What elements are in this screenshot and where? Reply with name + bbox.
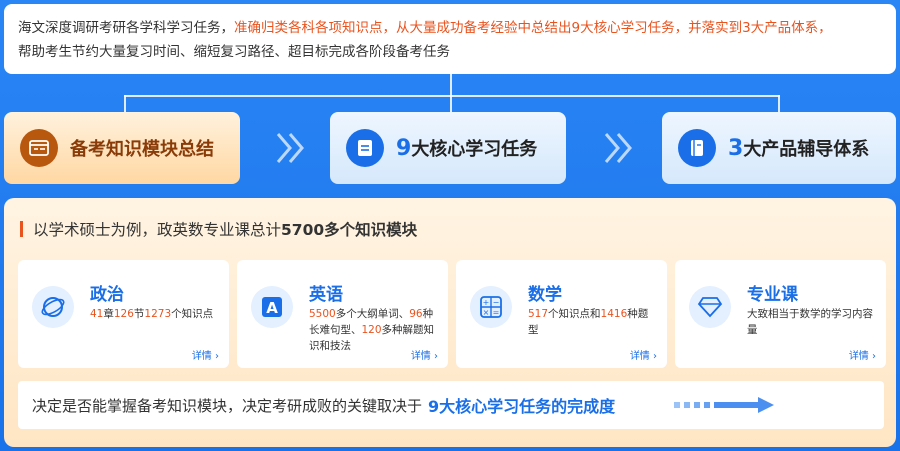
arrow-right-icon: [674, 397, 774, 413]
step-core-tasks[interactable]: 9大核心学习任务: [330, 112, 566, 184]
calculator-icon: + − × =: [470, 286, 512, 328]
subject-card-english[interactable]: A 英语 5500多个大纲单词、96种长难句型、120多种解题知识和技法 详情 …: [237, 260, 448, 368]
connector-horizontal: [124, 95, 780, 97]
connector-drop-right: [778, 95, 780, 112]
knowledge-panel: 以学术硕士为例，政英数专业课总计 5700多个知识模块 政治 41章126节127…: [4, 198, 896, 447]
intro-line-2: 帮助考生节约大量复习时间、缩短复习路径、超目标完成各阶段备考任务: [18, 44, 450, 60]
letter-a-icon: A: [251, 286, 293, 328]
subject-desc: 517个知识点和1416种题型: [528, 306, 658, 338]
intro-text: 海文深度调研考研各学科学习任务，: [18, 20, 234, 36]
step-number: 9: [396, 136, 412, 161]
step-knowledge-modules[interactable]: 备考知识模块总结: [4, 112, 240, 184]
subject-desc: 41章126节1273个知识点: [90, 306, 220, 322]
highlight-number: 126: [113, 308, 134, 320]
panel-title-bold: 5700多个知识模块: [281, 221, 418, 239]
connector-drop-middle: [450, 95, 452, 112]
subject-name: 数学: [528, 285, 562, 305]
panel-title: 以学术硕士为例，政英数专业课总计 5700多个知识模块: [20, 218, 417, 240]
card-icon: [20, 129, 58, 167]
details-link[interactable]: 详情 ›: [411, 347, 438, 362]
svg-text:+: +: [483, 298, 490, 307]
conclusion-highlight: 9大核心学习任务的完成度: [428, 397, 616, 416]
intro-box: 海文深度调研考研各学科学习任务，准确归类各科各项知识点，从大量成功备考经验中总结…: [4, 4, 896, 74]
svg-text:−: −: [493, 298, 500, 307]
details-link[interactable]: 详情 ›: [192, 347, 219, 362]
step-number: 3: [728, 136, 744, 161]
subject-name: 政治: [90, 285, 124, 305]
subject-card-politics[interactable]: 政治 41章126节1273个知识点 详情 ›: [18, 260, 229, 368]
desc-text: 个知识点和: [548, 308, 601, 320]
desc-text: 大致相当于数学的学习内容量: [747, 308, 873, 336]
highlight-number: 1273: [144, 308, 172, 320]
svg-text:A: A: [266, 299, 278, 317]
diamond-icon: [689, 286, 731, 328]
step-text: 大核心学习任务: [411, 139, 538, 160]
highlight-number: 120: [361, 324, 382, 336]
details-link[interactable]: 详情 ›: [849, 347, 876, 362]
step-product-system[interactable]: 3大产品辅导体系: [662, 112, 896, 184]
desc-text: 章: [103, 308, 114, 320]
intro-highlight: 准确归类各科各项知识点，从大量成功备考经验中总结出9大核心学习任务，并落实到3大…: [234, 20, 832, 36]
highlight-number: 5500: [309, 308, 336, 320]
subject-name: 英语: [309, 285, 343, 305]
highlight-number: 517: [528, 308, 549, 320]
svg-text:=: =: [493, 308, 500, 317]
highlight-number: 1416: [600, 308, 628, 320]
document-icon: [346, 129, 384, 167]
highlight-number: 41: [90, 308, 104, 320]
step-label: 9大核心学习任务: [396, 135, 537, 161]
notebook-icon: [678, 129, 716, 167]
orbit-icon: [32, 286, 74, 328]
panel-title-text: 以学术硕士为例，政英数专业课总计: [33, 221, 282, 239]
subject-name: 专业课: [747, 285, 798, 305]
subject-desc: 大致相当于数学的学习内容量: [747, 306, 877, 338]
step-label: 3大产品辅导体系: [728, 135, 869, 161]
details-link[interactable]: 详情 ›: [630, 347, 657, 362]
connector-vertical-top: [450, 74, 452, 96]
highlight-number: 96: [409, 308, 423, 320]
desc-text: 个知识点: [171, 308, 214, 320]
svg-text:×: ×: [483, 308, 490, 317]
subject-card-major[interactable]: 专业课 大致相当于数学的学习内容量 详情 ›: [675, 260, 886, 368]
conclusion-text: 决定是否能掌握备考知识模块，决定考研成败的关键取决于: [32, 396, 423, 415]
intro-line-1: 海文深度调研考研各学科学习任务，准确归类各科各项知识点，从大量成功备考经验中总结…: [18, 16, 882, 40]
connector-drop-left: [124, 95, 126, 112]
desc-text: 节: [133, 308, 145, 320]
double-chevron-icon: [276, 133, 304, 163]
page-background: 海文深度调研考研各学科学习任务，准确归类各科各项知识点，从大量成功备考经验中总结…: [0, 0, 900, 451]
conclusion-bar: 决定是否能掌握备考知识模块，决定考研成败的关键取决于 9大核心学习任务的完成度: [18, 381, 884, 429]
title-accent-bar: [20, 221, 23, 237]
subject-card-math[interactable]: + − × = 数学 517个知识点和1416种题型 详情 ›: [456, 260, 667, 368]
step-text: 大产品辅导体系: [743, 139, 870, 160]
step-label: 备考知识模块总结: [70, 139, 214, 160]
desc-text: 多个大纲单词、: [335, 308, 410, 320]
double-chevron-icon: [604, 133, 632, 163]
